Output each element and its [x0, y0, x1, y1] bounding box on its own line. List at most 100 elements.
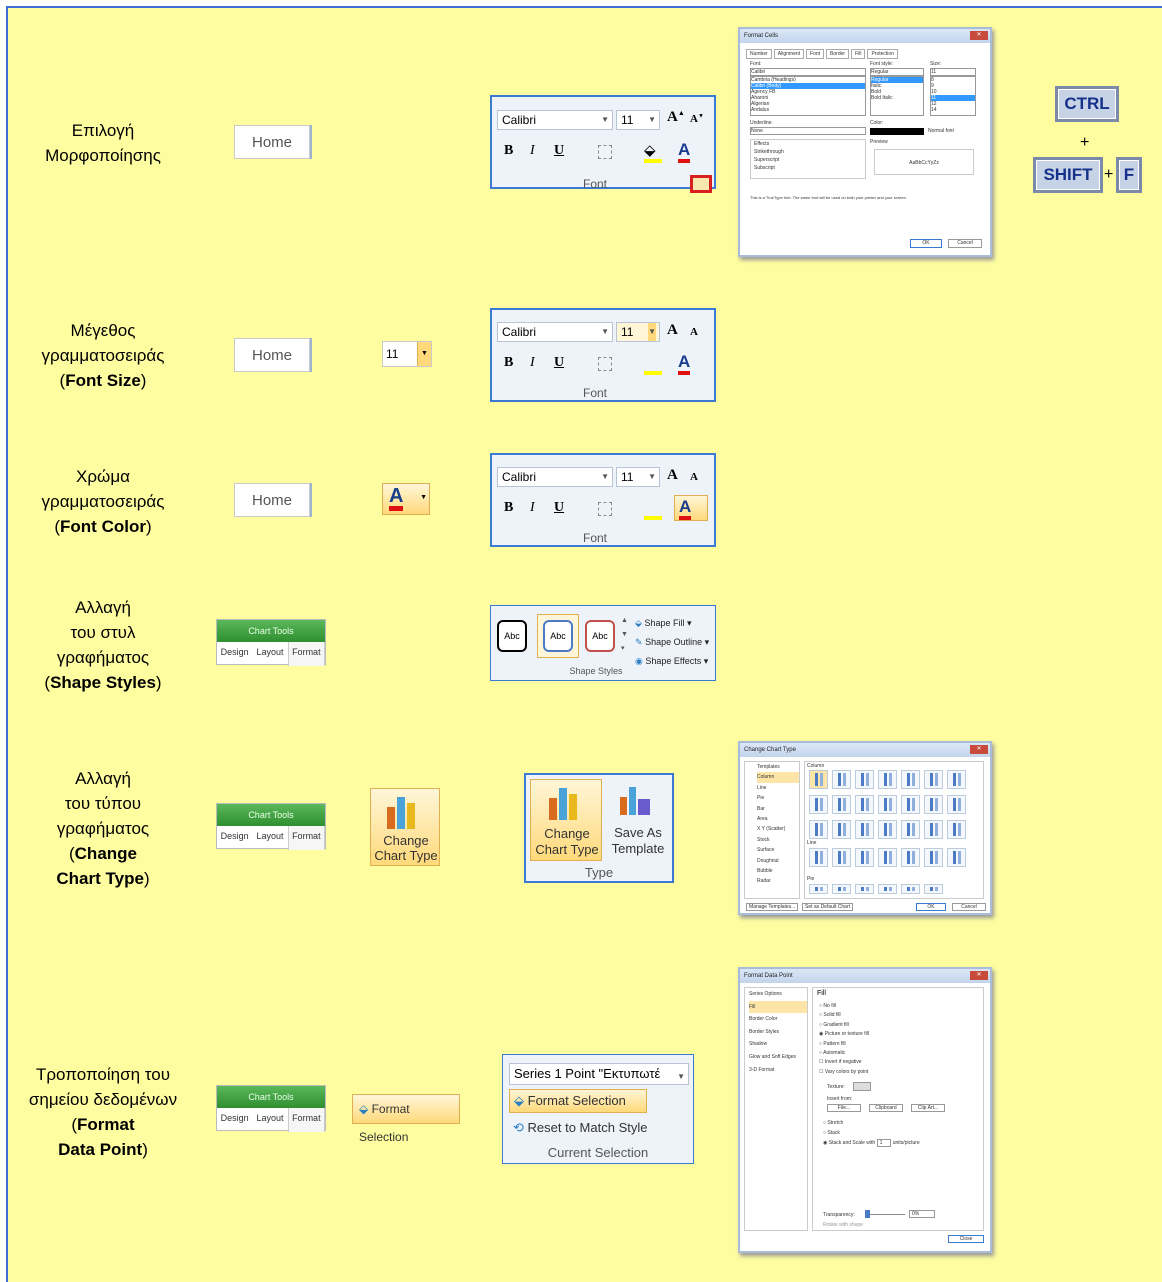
chart-type-thumbnail[interactable] [924, 820, 943, 839]
chart-type-thumbnail[interactable] [901, 848, 920, 867]
reset-to-match-style-button[interactable]: ⟲ Reset to Match Style [513, 1117, 647, 1139]
chart-type-thumbnail[interactable] [878, 770, 897, 789]
tab-design[interactable]: Design [217, 1108, 252, 1132]
font-size-combo[interactable]: 11 ▼ [616, 110, 660, 130]
chart-type-thumbnail[interactable] [832, 848, 851, 867]
file-button[interactable]: File... [827, 1104, 861, 1112]
tab-design[interactable]: Design [217, 826, 252, 850]
chart-type-thumbnail[interactable] [809, 795, 828, 814]
font-color-icon[interactable]: A [678, 353, 691, 375]
format-selection-button[interactable]: ⬙ Format Selection [352, 1094, 460, 1144]
underline-button[interactable]: U [554, 143, 564, 159]
chart-type-thumbnail[interactable] [901, 770, 920, 789]
chart-type-thumbnail[interactable] [855, 770, 874, 789]
chart-type-thumbnail[interactable] [855, 820, 874, 839]
bold-button[interactable]: B [504, 143, 513, 159]
grow-font-icon[interactable]: A▲ [667, 109, 685, 126]
tab-protection[interactable]: Protection [867, 49, 898, 59]
strikethrough-checkbox[interactable]: Strikethrough [754, 148, 865, 156]
font-name-combo[interactable]: Calibri ▼ [497, 110, 613, 130]
tab-format[interactable]: Format [287, 642, 325, 666]
format-selection-ribbon-button[interactable]: ⬙ Format Selection [509, 1089, 647, 1113]
italic-button[interactable]: I [530, 500, 535, 516]
ok-button[interactable]: OK [916, 903, 946, 911]
shape-style-blue[interactable]: Abc [543, 620, 573, 652]
type-change-chart-type-button[interactable]: Change Chart Type [530, 779, 602, 861]
home-tab[interactable]: Home [234, 483, 310, 517]
chart-type-thumbnail[interactable] [947, 848, 966, 867]
transparency-slider[interactable] [865, 1214, 905, 1215]
cancel-button[interactable]: Cancel [948, 239, 982, 248]
home-tab[interactable]: Home [234, 338, 310, 372]
close-button[interactable]: Close [948, 1235, 984, 1243]
chart-type-thumbnail[interactable] [924, 884, 943, 894]
borders-icon[interactable] [598, 502, 612, 516]
chart-type-thumbnail[interactable] [855, 848, 874, 867]
chart-type-thumbnail[interactable] [832, 884, 851, 894]
grow-font-icon[interactable]: A [667, 322, 678, 339]
tab-layout[interactable]: Layout [252, 826, 287, 850]
tab-number[interactable]: Number [746, 49, 772, 59]
borders-icon[interactable] [598, 145, 612, 159]
dialog-launcher-button[interactable] [690, 175, 712, 193]
shape-styles-scroll[interactable]: ▲ ▼ ▾ [621, 614, 628, 656]
chart-type-thumbnail[interactable] [878, 884, 897, 894]
normal-font-checkbox[interactable]: Normal font [928, 128, 954, 134]
shrink-font-icon[interactable]: A [690, 326, 698, 338]
tiling-options[interactable]: ○ Stretch ○ Stack ◉ Stack and Scale with… [823, 1118, 920, 1148]
font-size-combo-highlight[interactable]: 11 ▼ [382, 341, 432, 367]
shrink-font-icon[interactable]: A [690, 471, 698, 483]
chart-type-thumbnail[interactable] [924, 770, 943, 789]
shape-style-red[interactable]: Abc [585, 620, 615, 652]
chart-type-thumbnail[interactable] [924, 795, 943, 814]
subscript-checkbox[interactable]: Subscript [754, 164, 865, 172]
transparency-slider-thumb[interactable] [865, 1210, 870, 1218]
texture-picker[interactable] [853, 1082, 871, 1091]
tab-design[interactable]: Design [217, 642, 252, 666]
chart-type-thumbnail[interactable] [947, 770, 966, 789]
rotate-with-shape-checkbox[interactable]: Rotate with shape [823, 1222, 863, 1228]
shape-style-black[interactable]: Abc [497, 620, 527, 652]
chart-type-thumbnail[interactable] [901, 820, 920, 839]
home-tab[interactable]: Home [234, 125, 310, 159]
fill-color-icon[interactable] [644, 371, 662, 375]
chart-type-thumbnail[interactable] [901, 795, 920, 814]
size-input[interactable]: 11 [930, 68, 976, 76]
chart-type-thumbnail[interactable] [809, 820, 828, 839]
borders-icon[interactable] [598, 357, 612, 371]
fill-color-icon[interactable]: ⬙ [644, 141, 656, 159]
chart-type-thumbnail[interactable] [809, 884, 828, 894]
chart-type-thumbnail[interactable] [855, 795, 874, 814]
close-icon[interactable]: ✕ [970, 31, 988, 40]
chart-type-thumbnail[interactable] [809, 848, 828, 867]
style-list[interactable]: Regular Italic Bold Bold Italic [870, 76, 924, 116]
shape-fill-button[interactable]: ⬙ Shape Fill ▾ [635, 614, 709, 633]
transparency-input[interactable]: 0% [909, 1210, 935, 1218]
chart-elements-combo[interactable]: Series 1 Point "Εκτυπωτέ ▼ [509, 1063, 689, 1085]
chart-type-thumbnail[interactable] [832, 770, 851, 789]
shrink-font-icon[interactable]: A▼ [690, 113, 704, 125]
style-input[interactable]: Regular [870, 68, 924, 76]
font-input[interactable]: Calibri [750, 68, 866, 76]
tab-alignment[interactable]: Alignment [773, 49, 805, 59]
format-nav-list[interactable]: Series Options Fill Border Color Border … [744, 987, 808, 1231]
clip-art-button[interactable]: Clip Art... [911, 1104, 945, 1112]
color-select[interactable] [870, 128, 924, 135]
fill-options[interactable]: ○ No fill ○ Solid fill ○ Gradient fill ◉… [819, 1002, 869, 1077]
tab-format[interactable]: Format [287, 826, 325, 850]
clipboard-button[interactable]: Clipboard [869, 1104, 903, 1112]
chart-type-thumbnail[interactable] [855, 884, 874, 894]
fill-color-icon[interactable] [644, 516, 662, 520]
tab-layout[interactable]: Layout [252, 642, 287, 666]
underline-button[interactable]: U [554, 500, 564, 516]
change-chart-type-button[interactable]: Change Chart Type [370, 788, 440, 866]
ok-button[interactable]: OK [910, 239, 942, 248]
chart-type-thumbnail[interactable] [947, 820, 966, 839]
chart-type-thumbnail[interactable] [832, 820, 851, 839]
set-default-chart-button[interactable]: Set as Default Chart [802, 903, 854, 911]
tab-format[interactable]: Format [287, 1108, 325, 1132]
close-icon[interactable]: ✕ [970, 971, 988, 980]
underline-select[interactable]: None [750, 127, 866, 135]
close-icon[interactable]: ✕ [970, 745, 988, 754]
cancel-button[interactable]: Cancel [952, 903, 986, 911]
